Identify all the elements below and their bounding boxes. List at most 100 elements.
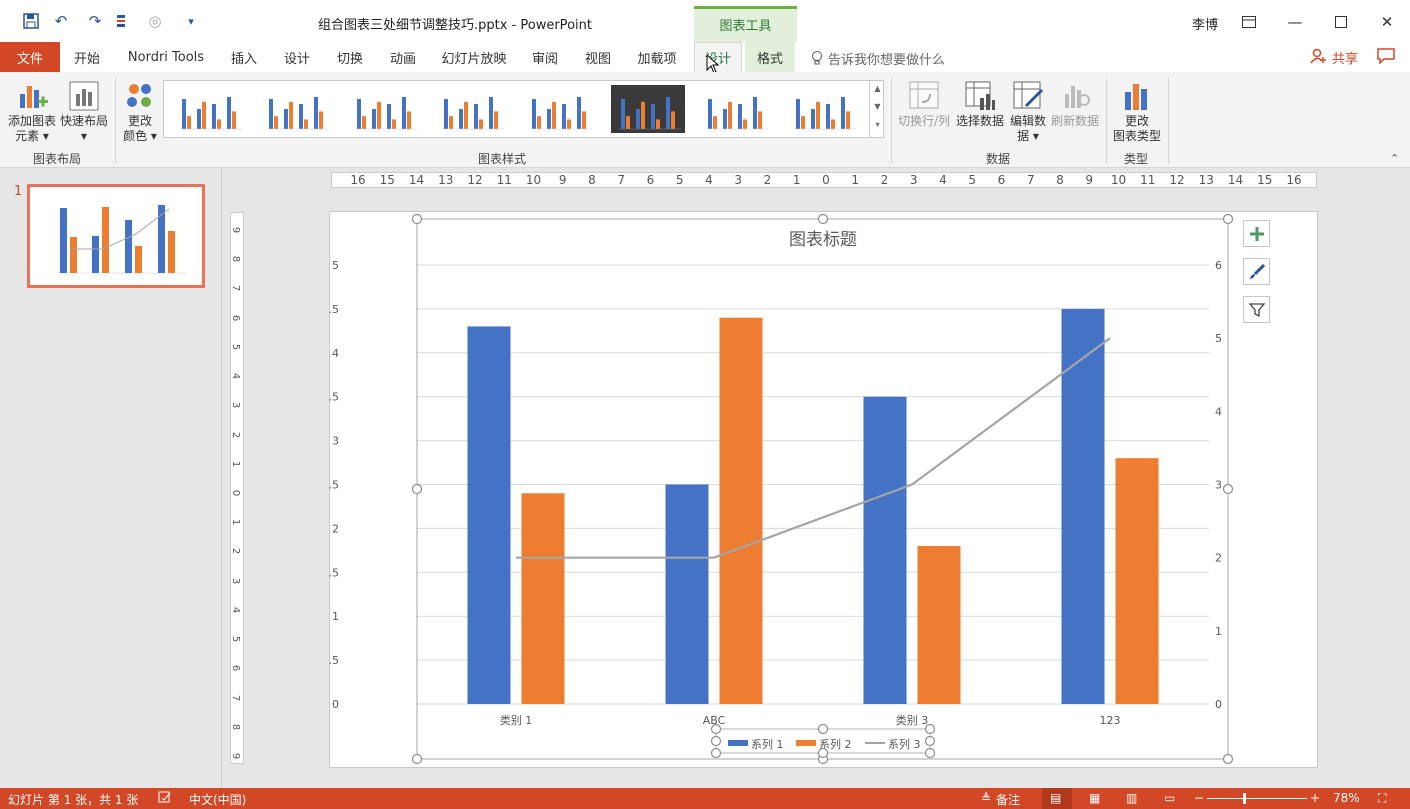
group-label-type: 类型 (1124, 152, 1149, 166)
notes-button[interactable]: 备注 (996, 791, 1020, 808)
resize-handle[interactable] (1222, 483, 1234, 495)
primary-value-axis[interactable]: 0 0.5 1 1.5 2 2.5 3 3.5 4 4.5 5 (329, 259, 339, 711)
close-icon[interactable]: ✕ (1364, 8, 1410, 36)
resize-handle[interactable] (710, 723, 722, 735)
zoom-in-icon[interactable]: + (1310, 791, 1320, 805)
bar[interactable] (1115, 458, 1159, 704)
gallery-scroll-up-icon[interactable]: ▲ (870, 80, 885, 98)
chart-style-4[interactable] (434, 85, 508, 133)
switch-row-column-button[interactable]: 切换行/列 (895, 80, 953, 129)
bar[interactable] (863, 396, 907, 704)
bar[interactable] (917, 545, 961, 704)
resize-handle[interactable] (411, 213, 423, 225)
refresh-data-button[interactable]: 刷新数据 (1050, 80, 1100, 129)
line-series-path[interactable] (516, 337, 1111, 559)
change-colors-button[interactable]: 更改 颜色 ▾ (118, 80, 162, 144)
shapes-icon[interactable]: ◎ (144, 10, 166, 32)
tab-transitions[interactable]: 切换 (328, 42, 372, 72)
chart-style-3[interactable] (347, 85, 421, 133)
chart-style-8[interactable] (786, 85, 860, 133)
resize-handle[interactable] (924, 735, 936, 747)
slide-thumbnail[interactable] (27, 184, 205, 288)
resize-handle[interactable] (924, 723, 936, 735)
ruler-mark: 12 (1169, 173, 1185, 187)
change-chart-type-button[interactable]: 更改 图表类型 (1110, 80, 1164, 144)
tab-file[interactable]: 文件 (0, 42, 60, 72)
resize-handle[interactable] (817, 213, 829, 225)
tab-review[interactable]: 审阅 (523, 42, 567, 72)
bar[interactable] (521, 493, 565, 704)
resize-handle[interactable] (817, 747, 829, 759)
share-button[interactable]: 共享 (1332, 48, 1358, 67)
resize-handle[interactable] (411, 483, 423, 495)
secondary-value-axis[interactable]: 0 1 2 3 4 5 6 (1215, 259, 1222, 711)
resize-handle[interactable] (710, 747, 722, 759)
tab-view[interactable]: 视图 (576, 42, 620, 72)
quick-layout-button[interactable]: 快速布局 ▾ (58, 80, 110, 144)
chart-elements-button[interactable] (1243, 220, 1270, 247)
tab-slide-design[interactable]: 设计 (275, 42, 319, 72)
format-painter-icon[interactable] (112, 10, 134, 32)
reading-view-icon[interactable]: ▥ (1126, 791, 1137, 805)
minimize-icon[interactable]: — (1272, 8, 1318, 36)
bar-series[interactable] (467, 308, 1159, 705)
tell-me-search[interactable]: 告诉我你想要做什么 (828, 49, 945, 68)
chart-style-7[interactable] (698, 85, 772, 133)
ruler-mark: 9 (558, 173, 567, 187)
slideshow-view-icon[interactable]: ▭ (1164, 791, 1175, 805)
chart-style-5[interactable] (522, 85, 596, 133)
tab-slideshow[interactable]: 幻灯片放映 (437, 42, 511, 72)
chart-style-2[interactable] (259, 85, 333, 133)
resize-handle[interactable] (1222, 213, 1234, 225)
zoom-out-icon[interactable]: − (1194, 791, 1204, 805)
category-axis[interactable]: 类别 1 ABC 类别 3 123 (500, 713, 1121, 727)
zoom-slider[interactable] (1207, 798, 1307, 799)
add-chart-element-button[interactable]: 添加图表 元素 ▾ (6, 80, 58, 144)
tab-addins[interactable]: 加载项 (632, 42, 682, 72)
bar[interactable] (467, 326, 511, 704)
user-name[interactable]: 李博 (1192, 14, 1218, 33)
chart-styles-button[interactable] (1243, 258, 1270, 285)
chart-filters-button[interactable] (1243, 296, 1270, 323)
collapse-ribbon-icon[interactable]: ⌃ (1390, 152, 1399, 165)
save-icon[interactable] (20, 10, 42, 32)
resize-handle[interactable] (411, 753, 423, 765)
resize-handle[interactable] (924, 747, 936, 759)
maximize-icon[interactable] (1318, 8, 1364, 36)
ribbon-display-options-icon[interactable] (1226, 8, 1272, 36)
customize-qat-icon[interactable]: ▾ (180, 10, 202, 32)
resize-handle[interactable] (1222, 753, 1234, 765)
notes-icon[interactable]: ≜ (981, 791, 991, 805)
share-icon[interactable] (1310, 48, 1326, 67)
gallery-scroll-down-icon[interactable]: ▼ (870, 98, 885, 116)
resize-handle[interactable] (817, 723, 829, 735)
chart-style-1[interactable] (172, 85, 246, 133)
comments-icon[interactable] (1377, 48, 1395, 67)
language-status[interactable]: 中文(中国) (189, 791, 246, 808)
select-data-button[interactable]: 选择数据 (954, 80, 1006, 129)
combo-chart[interactable]: 图表标题 00.511.522.533.544.55 0123456 类别 1A… (329, 211, 1318, 768)
redo-icon[interactable]: ↷ (84, 10, 106, 32)
undo-icon[interactable]: ↶ (50, 10, 72, 32)
tab-animations[interactable]: 动画 (381, 42, 425, 72)
zoom-slider-thumb[interactable] (1243, 793, 1246, 804)
gallery-scroll[interactable]: ▲ ▼ ▾ (869, 80, 885, 138)
fit-to-window-icon[interactable]: ⛶ (1378, 791, 1386, 806)
chart-title[interactable]: 图表标题 (789, 230, 857, 250)
chart-style-6[interactable] (611, 85, 685, 133)
legend-entry[interactable]: 系列 3 (888, 737, 921, 751)
line-series[interactable] (516, 337, 1111, 559)
tab-home[interactable]: 开始 (64, 42, 110, 72)
proofing-icon[interactable] (158, 791, 172, 807)
tab-insert[interactable]: 插入 (222, 42, 266, 72)
slide-sorter-icon[interactable]: ▦ (1089, 791, 1100, 805)
resize-handle[interactable] (710, 735, 722, 747)
zoom-level[interactable]: 78% (1333, 791, 1360, 805)
legend-entry[interactable]: 系列 1 (751, 737, 784, 751)
bar[interactable] (719, 317, 763, 704)
bar[interactable] (665, 484, 709, 705)
gallery-more-icon[interactable]: ▾ (870, 116, 885, 134)
tab-chart-format[interactable]: 格式 (745, 42, 795, 72)
edit-data-button[interactable]: 编辑数 据 ▾ (1008, 80, 1048, 144)
tab-nordri-tools[interactable]: Nordri Tools (122, 42, 210, 72)
